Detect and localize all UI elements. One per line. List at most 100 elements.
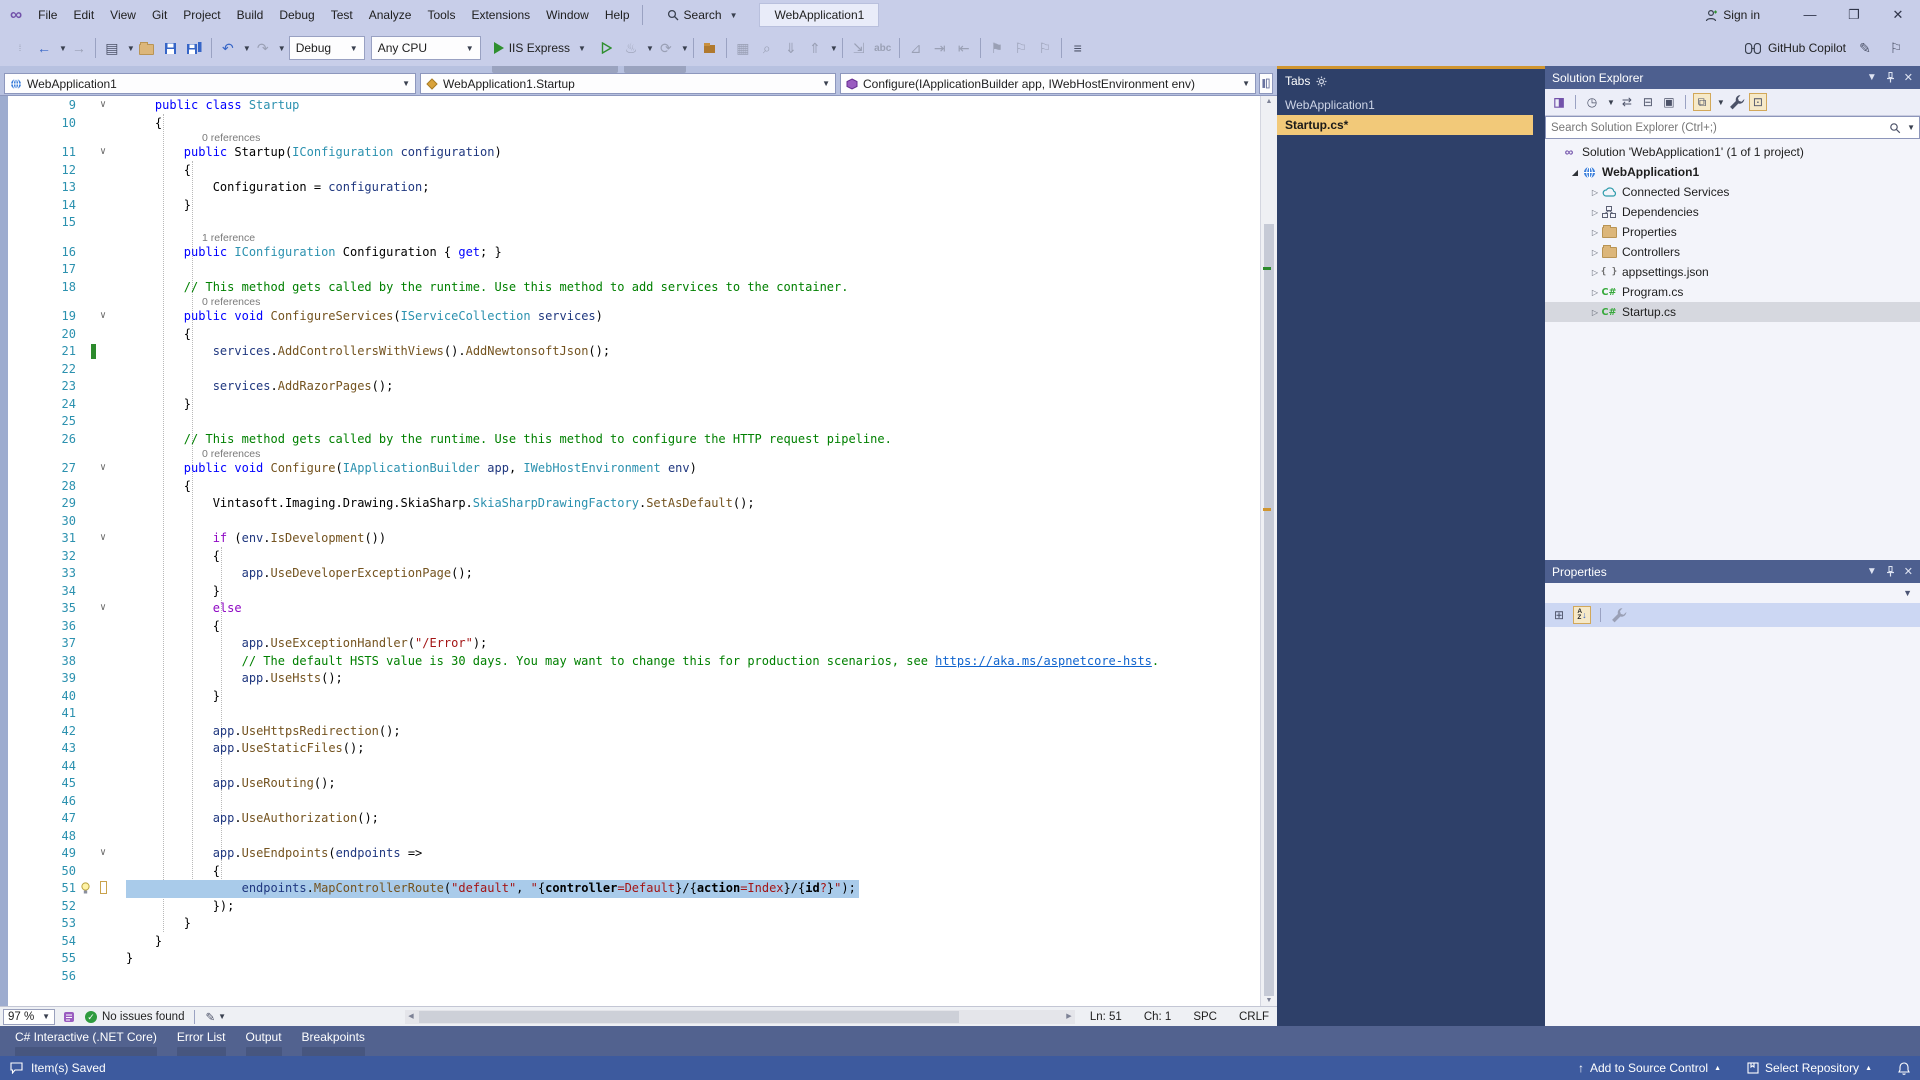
code-line-53[interactable]: 53 } [8,915,1260,933]
minimize-button[interactable]: — [1788,0,1832,30]
editor-horizontal-scrollbar[interactable]: ◀ ▶ [405,1010,1075,1024]
scrollbar-thumb[interactable] [419,1011,959,1023]
feedback-pen-icon[interactable]: ✎ [1853,37,1877,59]
glyph-margin[interactable] [76,863,98,881]
search-input[interactable] [1546,121,1887,134]
glyph-margin[interactable] [76,845,98,863]
code-line-50[interactable]: 50 { [8,863,1260,881]
glyph-margin[interactable] [76,214,98,232]
restore-button[interactable]: ❐ [1832,0,1876,30]
code-line-14[interactable]: 14 } [8,197,1260,215]
glyph-margin[interactable] [76,97,98,115]
glyph-margin[interactable] [76,688,98,706]
code-line-16[interactable]: 16 public IConfiguration Configuration {… [8,244,1260,262]
solution-configurations-select[interactable]: Debug ▼ [288,36,365,60]
task-list-icon[interactable]: ≡ [1066,37,1090,59]
chevron-down-icon[interactable]: ▼ [218,1012,226,1021]
menu-test[interactable]: Test [323,4,361,26]
fold-chevron-icon[interactable]: ∨ [98,97,116,115]
pending-changes-filter-icon[interactable]: ◷ [1583,93,1601,111]
select-repository-button[interactable]: Select Repository ▲ [1747,1061,1872,1075]
wrench-icon[interactable] [1610,606,1628,624]
code-line-40[interactable]: 40 } [8,688,1260,706]
glyph-margin[interactable] [76,828,98,846]
glyph-margin[interactable] [76,968,98,986]
glyph-margin[interactable] [76,915,98,933]
search-box[interactable]: Search ▼ [661,5,744,25]
code-line-37[interactable]: 37 app.UseExceptionHandler("/Error"); [8,635,1260,653]
switch-views-icon[interactable]: ◨ [1550,93,1568,111]
close-icon[interactable]: ✕ [1904,71,1913,84]
code-line-48[interactable]: 48 [8,828,1260,846]
scrollbar-thumb[interactable] [1264,224,1274,996]
glyph-margin[interactable] [76,898,98,916]
solution-explorer-header[interactable]: Solution Explorer ▼ ✕ [1545,66,1920,89]
menu-edit[interactable]: Edit [65,4,102,26]
code-line-10[interactable]: 10 { [8,115,1260,133]
outdent-icon[interactable]: ⇤ [952,37,976,59]
save-to-disk-icon[interactable]: ⇓ [779,37,803,59]
code-line-41[interactable]: 41 [8,705,1260,723]
properties-icon[interactable]: ▣ [1660,93,1678,111]
code-line-35[interactable]: 35 ∨ else [8,600,1260,618]
chevron-down-icon[interactable]: ▼ [646,44,654,53]
code-line-55[interactable]: 55} [8,950,1260,968]
chevron-down-icon[interactable]: ▼ [278,44,286,53]
glyph-margin[interactable] [76,179,98,197]
codelens-references[interactable]: 0 references [8,296,1260,308]
navigate-forward-icon[interactable]: → [67,37,91,59]
chevron-down-icon[interactable]: ▼ [127,44,135,53]
fold-chevron-icon[interactable]: ∨ [98,600,116,618]
member-dropdown[interactable]: Configure(IApplicationBuilder app, IWebH… [840,73,1256,94]
pin-icon[interactable] [1886,566,1895,577]
glyph-margin[interactable] [76,115,98,133]
notifications-icon[interactable]: ⚐ [1884,37,1908,59]
code-line-29[interactable]: 29 Vintasoft.Imaging.Drawing.SkiaSharp.S… [8,495,1260,513]
restart-icon[interactable]: ⟳ [654,37,678,59]
open-file-icon[interactable] [135,37,159,59]
codelens-references[interactable]: 0 references [8,132,1260,144]
glyph-margin[interactable] [76,261,98,279]
code-line-44[interactable]: 44 [8,758,1260,776]
code-line-52[interactable]: 52 }); [8,898,1260,916]
bottom-tab-error-list[interactable]: Error List [168,1026,235,1058]
glyph-margin[interactable] [76,548,98,566]
save-all-icon[interactable] [183,37,207,59]
code-line-25[interactable]: 25 [8,413,1260,431]
glyph-margin[interactable] [76,162,98,180]
glyph-margin[interactable] [76,343,98,361]
redo-icon[interactable]: ↷ [251,37,275,59]
properties-header[interactable]: Properties ▼ ✕ [1545,560,1920,583]
toolbar-grip[interactable]: ⁞ [8,37,32,59]
document-health-icon[interactable] [63,1011,75,1023]
glyph-margin[interactable] [76,279,98,297]
new-project-icon[interactable]: ▤ [100,37,124,59]
select-tool-icon[interactable]: ⇲ [847,37,871,59]
code-line-46[interactable]: 46 [8,793,1260,811]
code-line-9[interactable]: 9 ∨ public class Startup [8,97,1260,115]
menu-help[interactable]: Help [597,4,638,26]
fold-chevron-icon[interactable]: ∨ [98,845,116,863]
glyph-margin[interactable] [76,513,98,531]
glyph-margin[interactable] [76,361,98,379]
expand-arrow-closed-icon[interactable]: ▷ [1589,288,1601,297]
tabs-group-label[interactable]: WebApplication1 [1277,93,1545,115]
tree-item-controllers[interactable]: ▷ Controllers [1545,242,1920,262]
menu-view[interactable]: View [102,4,144,26]
code-line-33[interactable]: 33 app.UseDeveloperExceptionPage(); [8,565,1260,583]
menu-project[interactable]: Project [175,4,228,26]
chevron-down-icon[interactable]: ▼ [1717,98,1725,107]
code-line-18[interactable]: 18 // This method gets called by the run… [8,279,1260,297]
bottom-tab-output[interactable]: Output [237,1026,291,1058]
glyph-margin[interactable] [76,583,98,601]
lightbulb-icon[interactable] [76,880,98,898]
fold-chevron-icon[interactable]: ∨ [98,460,116,478]
code-line-23[interactable]: 23 services.AddRazorPages(); [8,378,1260,396]
tree-item-properties[interactable]: ▷ Properties [1545,222,1920,242]
code-editor[interactable]: 9 ∨ public class Startup 10 {0 references 1… [0,96,1260,1006]
spell-check-icon[interactable]: abc [871,37,895,59]
save-icon[interactable] [159,37,183,59]
ink-pen-icon[interactable]: ✎ [205,1010,215,1024]
code-line-56[interactable]: 56 [8,968,1260,986]
code-line-42[interactable]: 42 app.UseHttpsRedirection(); [8,723,1260,741]
